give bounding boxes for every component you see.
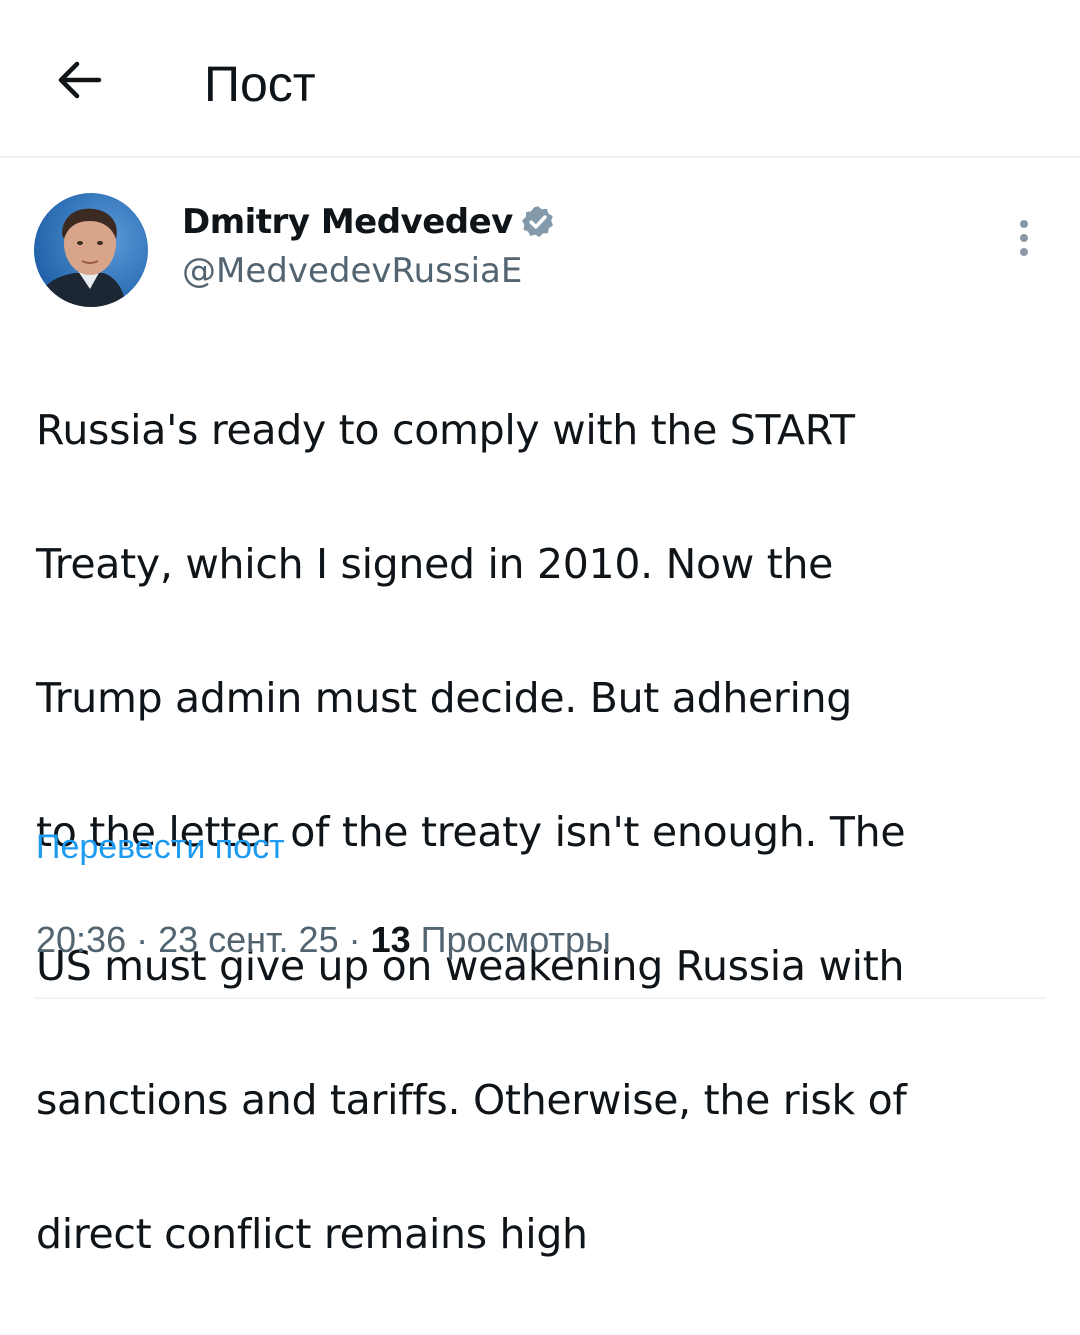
- post-meta: 20:36 · 23 сент. 25 · 13 Просмотры: [36, 912, 611, 968]
- arrow-left-icon: [58, 61, 102, 99]
- avatar[interactable]: [34, 193, 148, 307]
- more-vertical-icon: [1020, 220, 1028, 256]
- translate-post-link[interactable]: Перевести пост: [36, 822, 285, 872]
- post-time[interactable]: 20:36: [36, 919, 126, 960]
- post-text-line: Trump admin must decide. But adhering: [36, 674, 852, 722]
- post-text-line: Treaty, which I signed in 2010. Now the: [36, 540, 834, 588]
- meta-separator: ·: [126, 919, 159, 960]
- verified-badge-icon: [519, 203, 557, 241]
- meta-separator: ·: [338, 919, 371, 960]
- post-date[interactable]: 23 сент. 25: [158, 919, 339, 960]
- top-bar: Пост: [0, 0, 1080, 158]
- page-title: Пост: [204, 56, 316, 112]
- more-options-button[interactable]: [1000, 212, 1048, 264]
- views-count[interactable]: 13: [371, 919, 411, 960]
- post-text-line: sanctions and tariffs. Otherwise, the ri…: [36, 1076, 907, 1124]
- post-text-line: Russia's ready to comply with the START: [36, 406, 855, 454]
- views-label[interactable]: Просмотры: [411, 919, 611, 960]
- divider: [34, 997, 1046, 999]
- back-button[interactable]: [48, 52, 110, 108]
- post-text-line: direct conflict remains high: [36, 1210, 588, 1258]
- author-handle[interactable]: @MedvedevRussiaE: [182, 247, 522, 295]
- author-name-row: Dmitry Medvedev: [182, 196, 557, 248]
- author-display-name[interactable]: Dmitry Medvedev: [182, 202, 513, 242]
